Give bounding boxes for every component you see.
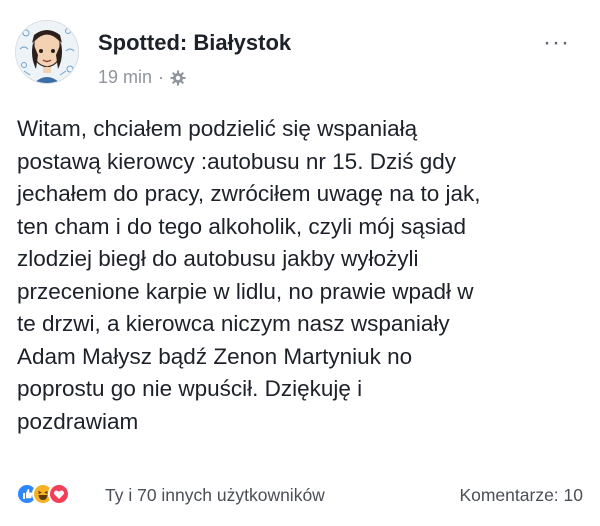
avatar-illustration-icon <box>16 21 78 83</box>
post-text-line: Adam Małysz bądź Zenon Martyniuk no <box>17 343 413 369</box>
post-text-line: pozdrawiam <box>17 408 139 434</box>
comments-count-link[interactable]: Komentarze: 10 <box>459 485 583 506</box>
page-name-link[interactable]: Spotted: Białystok <box>98 30 291 56</box>
more-options-button[interactable]: ··· <box>543 31 570 55</box>
post-text-line: Witam, chciałem podzielić się wspaniałą <box>17 116 418 141</box>
post-meta: 19 min · <box>98 67 186 88</box>
meta-separator: · <box>158 67 165 87</box>
gear-icon[interactable] <box>170 70 186 86</box>
post-text-line: przecenione karpie w lidlu, no prawie wp… <box>17 278 474 304</box>
post-text-line: postawą kierowcy :autobusu nr 15. Dziś g… <box>17 148 456 174</box>
post-text-line: te drzwi, a kierowca niczym nasz wspania… <box>17 311 450 336</box>
love-icon <box>48 483 70 505</box>
reaction-icons[interactable] <box>16 482 70 506</box>
post-body-text: Witam, chciałem podzielić się wspaniałą … <box>17 113 589 438</box>
post-time[interactable]: 19 min <box>98 67 152 88</box>
reactors-link[interactable]: Ty i 70 innych użytkowników <box>105 485 325 506</box>
post-text-line: ten cham i do tego alkoholik, czyli mój … <box>17 213 466 239</box>
post-text-line: zlodziej biegł do autobusu jakby wyłożyl… <box>17 246 419 271</box>
post-text-line: jechałem do pracy, zwróciłem uwagę na to… <box>17 181 481 206</box>
facebook-post: Spotted: Białystok 19 min · ··· Witam, c… <box>0 0 600 526</box>
post-text-line: poprostu go nie wpuścił. Dziękuję i <box>17 376 363 401</box>
page-avatar[interactable] <box>15 20 79 84</box>
post-footer: Ty i 70 innych użytkowników Komentarze: … <box>0 478 600 508</box>
